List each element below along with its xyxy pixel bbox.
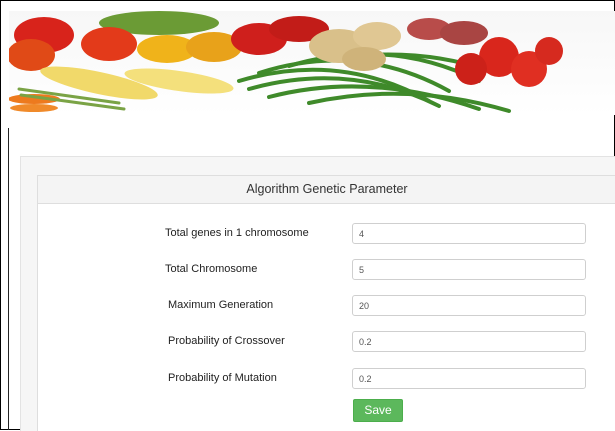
- maximum-generation-input[interactable]: [352, 295, 586, 316]
- crossover-input[interactable]: [352, 331, 586, 352]
- form-row-mutation: Probability of Mutation: [38, 363, 615, 403]
- parameter-card: Algorithm Genetic Parameter Total genes …: [37, 175, 615, 431]
- crossover-label: Probability of Crossover: [168, 335, 285, 347]
- total-chromosome-label: Total Chromosome: [165, 263, 258, 275]
- mutation-label: Probability of Mutation: [168, 372, 277, 384]
- maximum-generation-label: Maximum Generation: [168, 299, 274, 311]
- form-row-crossover: Probability of Crossover: [38, 326, 615, 366]
- vegetables-icon: [9, 11, 563, 113]
- total-genes-label: Total genes in 1 chromosome: [165, 227, 309, 239]
- total-chromosome-input[interactable]: [352, 259, 586, 280]
- vegetables-banner-image: [9, 11, 615, 115]
- panel-title: Algorithm Genetic Parameter: [38, 176, 615, 204]
- save-button[interactable]: Save: [353, 399, 403, 422]
- form-row-total-chromosome: Total Chromosome: [38, 254, 615, 294]
- left-divider: [8, 128, 9, 430]
- form-row-maximum-generation: Maximum Generation: [38, 290, 615, 330]
- total-genes-input[interactable]: [352, 223, 586, 244]
- mutation-input[interactable]: [352, 368, 586, 389]
- form-row-total-genes: Total genes in 1 chromosome: [38, 218, 615, 258]
